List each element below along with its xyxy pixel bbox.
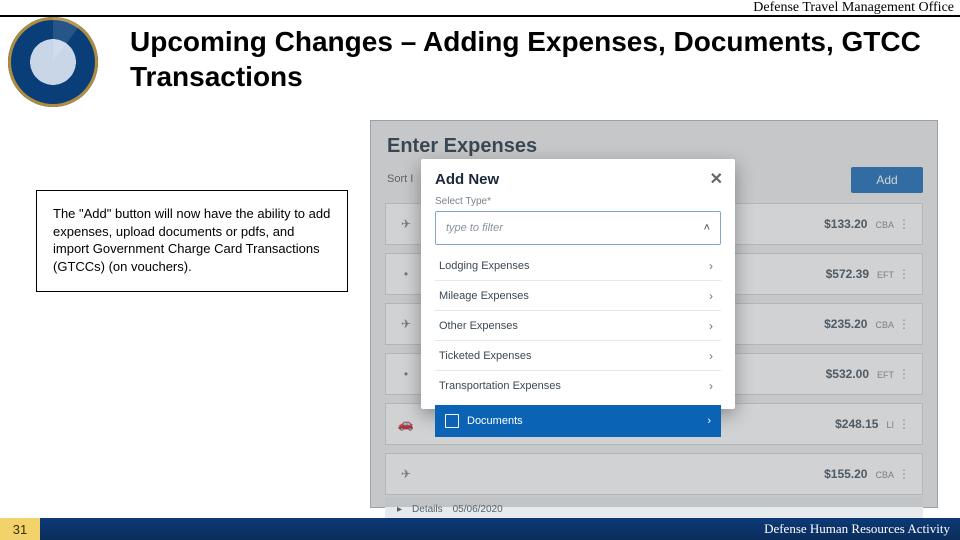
chevron-right-icon: › (709, 379, 713, 393)
page-number: 31 (0, 518, 40, 540)
option-documents[interactable]: Documents › (435, 405, 721, 437)
slide-title: Upcoming Changes – Adding Expenses, Docu… (130, 24, 950, 94)
chevron-right-icon: › (709, 349, 713, 363)
office-label: Defense Travel Management Office (753, 0, 954, 16)
documents-label: Documents (467, 415, 523, 427)
add-new-modal: Add New ✕ Select Type* type to filter ˄ … (421, 159, 735, 409)
chevron-right-icon: › (709, 259, 713, 273)
note-text: The "Add" button will now have the abili… (53, 206, 330, 274)
modal-title: Add New ✕ (421, 159, 735, 196)
option-label: Mileage Expenses (439, 290, 529, 302)
chevron-right-icon: › (709, 289, 713, 303)
chevron-right-icon: › (709, 319, 713, 333)
option-lodging[interactable]: Lodging Expenses › (435, 251, 721, 281)
type-filter-input[interactable]: type to filter ˄ (435, 211, 721, 245)
option-label: Transportation Expenses (439, 380, 561, 392)
explanatory-note: The "Add" button will now have the abili… (36, 190, 348, 292)
chevron-right-icon: › (707, 415, 711, 427)
filter-placeholder: type to filter (446, 222, 503, 234)
close-icon[interactable]: ✕ (710, 169, 723, 189)
option-other[interactable]: Other Expenses › (435, 311, 721, 341)
chevron-up-icon: ˄ (704, 222, 710, 234)
option-label: Lodging Expenses (439, 260, 530, 272)
slide: Defense Travel Management Office Upcomin… (0, 0, 960, 540)
expense-screenshot: Enter Expenses Sort I Add $133.20CBA⋮ $5… (370, 120, 938, 508)
modal-title-text: Add New (435, 171, 499, 188)
option-mileage[interactable]: Mileage Expenses › (435, 281, 721, 311)
option-ticketed[interactable]: Ticketed Expenses › (435, 341, 721, 371)
footer-agency: Defense Human Resources Activity (764, 521, 950, 537)
option-transportation[interactable]: Transportation Expenses › (435, 371, 721, 401)
type-options: Lodging Expenses › Mileage Expenses › Othe… (435, 251, 721, 401)
option-label: Other Expenses (439, 320, 518, 332)
option-label: Ticketed Expenses (439, 350, 532, 362)
type-label: Select Type* (421, 196, 735, 211)
footer-bar: Defense Human Resources Activity (0, 518, 960, 540)
document-icon (445, 414, 459, 428)
dod-seal-icon (8, 17, 98, 107)
